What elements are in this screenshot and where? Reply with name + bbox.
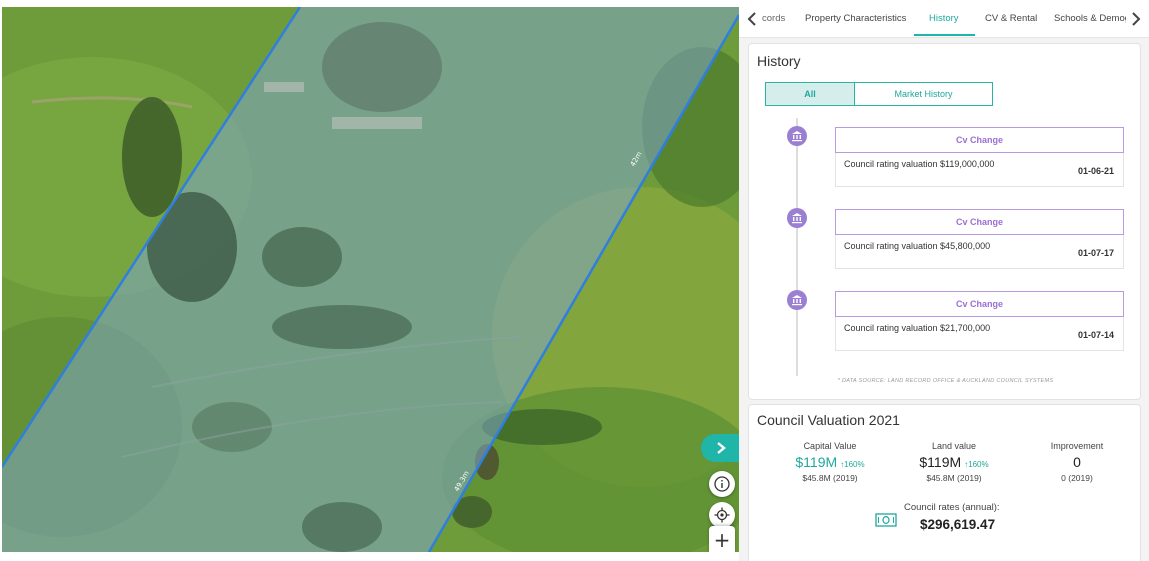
council-valuation-card: Council Valuation 2021 Capital Value $11… [748, 404, 1141, 561]
property-panel: cords Property Characteristics History C… [739, 0, 1149, 561]
event-detail: Council rating valuation $45,800,000 01-… [835, 235, 1124, 269]
tabs-scroll-left-button[interactable] [744, 9, 760, 29]
timeline-line [796, 118, 798, 376]
tab-schools-demographics[interactable]: Schools & Demog [1054, 13, 1126, 24]
data-source-note: * DATA SOURCE: LAND RECORD OFFICE & AUCK… [837, 378, 1054, 384]
timeline-event-marker [787, 208, 807, 228]
tab-cv-rental[interactable]: CV & Rental [985, 13, 1037, 24]
history-card: History All Market History Cv Change Cou… [748, 43, 1141, 400]
event-date: 01-07-17 [1077, 248, 1114, 258]
bank-icon [792, 295, 802, 306]
aerial-imagery: 42m 49.3m [2, 7, 739, 552]
capital-value-previous: $45.8M (2019) [802, 473, 858, 483]
event-detail: Council rating valuation $119,000,000 01… [835, 153, 1124, 187]
council-rates-value: $296,619.47 [920, 517, 996, 532]
valuation-title: Council Valuation 2021 [757, 412, 900, 428]
timeline-event-marker [787, 126, 807, 146]
expand-panel-button[interactable] [701, 434, 739, 462]
land-value-previous: $45.8M (2019) [926, 473, 982, 483]
info-icon [714, 476, 730, 492]
event-date: 01-06-21 [1077, 166, 1114, 176]
event-description: Council rating valuation $119,000,000 [844, 159, 995, 169]
filter-all-button[interactable]: All [765, 82, 855, 106]
chevron-right-icon [1132, 12, 1141, 26]
tab-history[interactable]: History [929, 13, 959, 24]
land-value-column: Land value $119M ↑160% $45.8M (2019) [894, 441, 1014, 483]
capital-value-label: Capital Value [803, 441, 857, 451]
timeline-event-marker [787, 290, 807, 310]
event-type-label: Cv Change [835, 127, 1124, 153]
info-button[interactable] [709, 471, 735, 497]
land-value-label: Land value [931, 441, 977, 451]
cash-icon [875, 513, 897, 527]
tab-bar: cords Property Characteristics History C… [739, 0, 1149, 38]
improvement-label: Improvement [1050, 441, 1104, 451]
improvement-column: Improvement 0 0 (2019) [1017, 441, 1137, 483]
capital-value-column: Capital Value $119M ↑160% $45.8M (2019) [770, 441, 890, 483]
zoom-in-button[interactable]: + [709, 526, 735, 552]
chevron-right-icon [717, 442, 726, 454]
event-type-label: Cv Change [835, 209, 1124, 235]
capital-value-amount: $119M ↑160% [795, 454, 865, 470]
bank-icon [792, 213, 802, 224]
locate-button[interactable] [709, 502, 735, 528]
event-date: 01-07-14 [1077, 330, 1114, 340]
tab-property-characteristics[interactable]: Property Characteristics [805, 13, 906, 24]
improvement-value: 0 [1073, 454, 1081, 470]
capital-value-change: ↑160% [840, 460, 865, 469]
zoom-in-icon: + [713, 528, 731, 552]
event-detail: Council rating valuation $21,700,000 01-… [835, 317, 1124, 351]
event-description: Council rating valuation $45,800,000 [844, 241, 991, 251]
land-value-change: ↑160% [964, 460, 989, 469]
tabs-scroll-right-button[interactable] [1128, 9, 1144, 29]
locate-icon [714, 507, 730, 523]
improvement-previous: 0 (2019) [1061, 473, 1093, 483]
council-rates-label: Council rates (annual): [904, 502, 1000, 513]
land-value-amount: $119M ↑160% [919, 454, 989, 470]
tab-records[interactable]: cords [762, 13, 785, 24]
filter-market-history-button[interactable]: Market History [854, 82, 993, 106]
history-title: History [757, 53, 801, 69]
bank-icon [792, 131, 802, 142]
event-type-label: Cv Change [835, 291, 1124, 317]
active-tab-indicator [914, 34, 975, 36]
event-description: Council rating valuation $21,700,000 [844, 323, 991, 333]
aerial-map[interactable]: 42m 49.3m + [2, 7, 739, 552]
chevron-left-icon [747, 12, 756, 26]
